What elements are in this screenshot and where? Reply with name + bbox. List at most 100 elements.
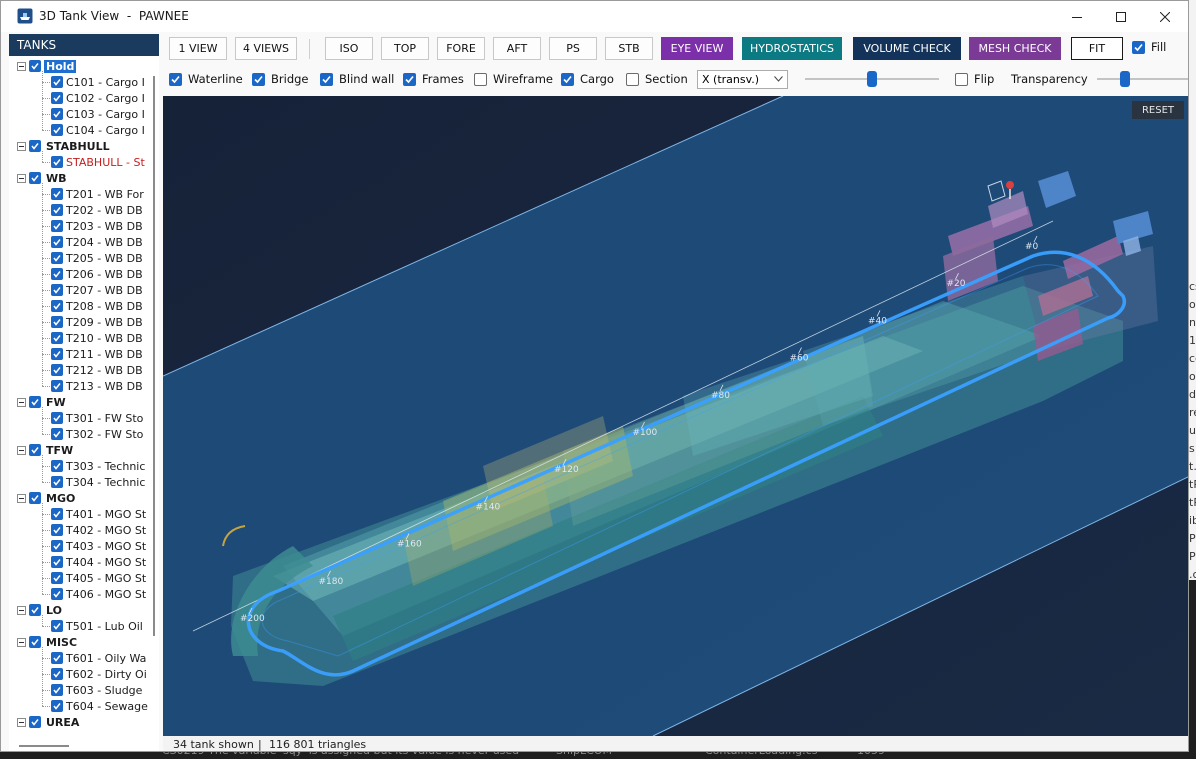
tree-item[interactable]: T603 - Sludge [51,682,142,698]
tree-item[interactable]: T405 - MGO St [51,570,146,586]
tree-checkbox[interactable] [29,396,41,408]
blind-wall-checkbox[interactable]: Blind wall [320,71,394,87]
tree-checkbox[interactable] [51,284,63,296]
slider-thumb[interactable] [1120,71,1130,87]
tree-item[interactable]: T202 - WB DB [51,202,143,218]
tree-item[interactable]: C103 - Cargo I [51,106,145,122]
frames-checkbox[interactable]: Frames [403,71,464,87]
tree-item[interactable]: T301 - FW Sto [51,410,143,426]
tree-group-lo[interactable]: LO [17,602,64,618]
tree-item[interactable]: T404 - MGO St [51,554,146,570]
tree-checkbox[interactable] [51,524,63,536]
collapse-toggle-icon[interactable] [17,493,26,503]
tree-group-hold[interactable]: Hold [17,58,77,74]
tree-item[interactable]: T213 - WB DB [51,378,143,394]
tree-item[interactable]: T205 - WB DB [51,250,143,266]
tree-checkbox[interactable] [51,652,63,664]
collapse-toggle-icon[interactable] [17,173,26,183]
tree-checkbox[interactable] [29,604,41,616]
tree-checkbox[interactable] [51,124,63,136]
tree-checkbox[interactable] [51,700,63,712]
tree-horizontal-scroll-thumb[interactable] [19,745,69,747]
tree-item[interactable]: T602 - Dirty Oi [51,666,147,682]
tree-item[interactable]: T402 - MGO St [51,522,146,538]
tree-checkbox[interactable] [51,620,63,632]
tree-item[interactable]: T211 - WB DB [51,346,143,362]
tree-item[interactable]: T501 - Lub Oil [51,618,143,634]
tree-checkbox[interactable] [51,348,63,360]
tree-item[interactable]: T209 - WB DB [51,314,143,330]
bridge-checkbox[interactable]: Bridge [252,71,309,87]
tree-checkbox[interactable] [51,476,63,488]
title-bar[interactable]: 3D Tank View - PAWNEE [1,1,1188,32]
tree-checkbox[interactable] [51,668,63,680]
fore-view-button[interactable]: FORE [437,37,485,60]
collapse-toggle-icon[interactable] [17,397,26,407]
tree-checkbox[interactable] [29,172,41,184]
tree-item[interactable]: T206 - WB DB [51,266,143,282]
tree-item[interactable]: T212 - WB DB [51,362,143,378]
four-views-button[interactable]: 4 VIEWS [235,37,297,60]
volume-check-button[interactable]: VOLUME CHECK [853,37,961,60]
tree-item[interactable]: STABHULL - St [51,154,145,170]
tree-scroll-thumb[interactable] [153,76,155,636]
reset-button[interactable]: RESET [1132,101,1184,119]
section-position-slider[interactable] [805,71,939,87]
tree-checkbox[interactable] [29,140,41,152]
transparency-slider[interactable] [1097,71,1188,87]
collapse-toggle-icon[interactable] [17,637,26,647]
waterline-checkbox[interactable]: Waterline [169,71,243,87]
tree-item[interactable]: T302 - FW Sto [51,426,143,442]
tree-checkbox[interactable] [51,684,63,696]
minimize-button[interactable] [1054,1,1100,32]
tree-checkbox[interactable] [51,332,63,344]
tree-checkbox[interactable] [51,300,63,312]
fill-checkbox[interactable]: Fill [1132,39,1166,55]
stb-view-button[interactable]: STB [605,37,653,60]
maximize-button[interactable] [1098,1,1144,32]
tree-item[interactable]: C101 - Cargo I [51,74,145,90]
tree-item[interactable]: T208 - WB DB [51,298,143,314]
wireframe-checkbox[interactable]: Wireframe [474,71,553,87]
hydrostatics-button[interactable]: HYDROSTATICS [742,37,842,60]
fit-button[interactable]: FIT [1071,37,1123,60]
tree-group-tfw[interactable]: TFW [17,442,75,458]
tree-checkbox[interactable] [51,428,63,440]
tree-group-stabhull[interactable]: STABHULL [17,138,112,154]
tree-checkbox[interactable] [51,412,63,424]
aft-view-button[interactable]: AFT [493,37,541,60]
tree-checkbox[interactable] [51,76,63,88]
tree-item[interactable]: T303 - Technic [51,458,145,474]
eye-view-button[interactable]: EYE VIEW [661,37,733,60]
section-checkbox[interactable]: Section [626,71,688,87]
tree-item[interactable]: T203 - WB DB [51,218,143,234]
tree-checkbox[interactable] [51,92,63,104]
tree-checkbox[interactable] [51,380,63,392]
tree-item[interactable]: T207 - WB DB [51,282,143,298]
tree-checkbox[interactable] [51,252,63,264]
tree-checkbox[interactable] [51,188,63,200]
tree-checkbox[interactable] [51,572,63,584]
tree-item[interactable]: T403 - MGO St [51,538,146,554]
cargo-checkbox[interactable]: Cargo [561,71,614,87]
tree-item[interactable]: T304 - Technic [51,474,145,490]
mesh-check-button[interactable]: MESH CHECK [969,37,1061,60]
tree-checkbox[interactable] [51,204,63,216]
tree-checkbox[interactable] [29,716,41,728]
tree-checkbox[interactable] [51,364,63,376]
tree-checkbox[interactable] [51,268,63,280]
tree-group-mgo[interactable]: MGO [17,490,77,506]
tree-checkbox[interactable] [51,316,63,328]
tree-item[interactable]: C102 - Cargo I [51,90,145,106]
tree-checkbox[interactable] [29,492,41,504]
tree-group-urea[interactable]: UREA [17,714,81,730]
tree-checkbox[interactable] [51,108,63,120]
tree-item[interactable]: T401 - MGO St [51,506,146,522]
tree-item[interactable]: T201 - WB For [51,186,144,202]
collapse-toggle-icon[interactable] [17,605,26,615]
tree-checkbox[interactable] [51,220,63,232]
collapse-toggle-icon[interactable] [17,61,26,71]
tree-checkbox[interactable] [51,156,63,168]
tree-checkbox[interactable] [51,508,63,520]
tree-checkbox[interactable] [51,236,63,248]
